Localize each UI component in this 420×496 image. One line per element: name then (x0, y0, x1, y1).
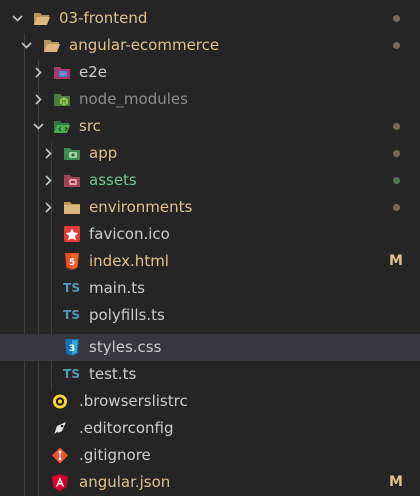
assets-folder-icon (64, 175, 80, 187)
node-folder-icon: JS (54, 94, 70, 106)
tree-item-label: src (79, 117, 101, 135)
tree-row-app[interactable]: app (0, 140, 420, 167)
tree-item-label: main.ts (89, 279, 145, 297)
folder-icon (64, 202, 80, 214)
tree-row-polyfills-ts[interactable]: TS polyfills.ts (0, 302, 420, 329)
tree-item-label: app (89, 144, 118, 162)
modified-dot (393, 150, 400, 157)
tree-row-index-html[interactable]: 5 index.html M (0, 248, 420, 275)
tree-item-label: favicon.ico (89, 225, 170, 243)
tree-row-node_modules[interactable]: JS node_modules (0, 86, 420, 113)
tree-item-label: polyfills.ts (89, 306, 165, 324)
folder-open-icon (44, 40, 60, 52)
app-folder-icon (64, 148, 80, 160)
tree-row-styles-css[interactable]: 3 styles.css (0, 334, 420, 361)
favicon-star-icon (64, 226, 80, 242)
tree-item-label: .editorconfig (79, 419, 174, 437)
src-folder-icon (54, 121, 70, 133)
svg-text:JS: JS (61, 100, 66, 106)
tree-item-label: 03-frontend (59, 9, 148, 27)
typescript-icon: TS (63, 308, 81, 322)
chevron-down-icon[interactable] (33, 121, 44, 132)
tree-row-test-ts[interactable]: TS test.ts (0, 361, 420, 388)
tree-item-label: angular.json (79, 473, 171, 491)
tree-item-label: angular-ecommerce (69, 36, 220, 54)
modified-badge: M (389, 253, 403, 269)
chevron-down-icon[interactable] (12, 13, 23, 24)
modified-dot (393, 204, 400, 211)
file-explorer: 03-frontend angular-ecommerce e2e JS nod… (0, 0, 420, 496)
editorconfig-icon (53, 422, 66, 436)
chevron-right-icon[interactable] (43, 148, 54, 159)
html5-icon: 5 (65, 253, 79, 270)
tree-row-editorconfig[interactable]: .editorconfig (0, 415, 420, 442)
modified-dot (393, 42, 400, 49)
chevron-down-icon[interactable] (21, 40, 32, 51)
chevron-right-icon[interactable] (43, 175, 54, 186)
browserslist-icon (53, 394, 67, 409)
tree-row-environments[interactable]: environments (0, 194, 420, 221)
svg-text:3: 3 (69, 344, 75, 354)
tree-row-gitignore[interactable]: .gitignore (0, 442, 420, 469)
tree-row-src[interactable]: src (0, 113, 420, 140)
tree-row-angular-ecommerce[interactable]: angular-ecommerce (0, 32, 420, 59)
tree-item-label: node_modules (79, 90, 188, 108)
tree-item-label: e2e (79, 63, 108, 81)
git-icon (52, 447, 68, 464)
tree-item-label: index.html (89, 252, 169, 270)
tree-row-angular-json[interactable]: angular.json M (0, 469, 420, 496)
chevron-right-icon[interactable] (33, 67, 44, 78)
css3-icon: 3 (65, 339, 79, 356)
chevron-right-icon[interactable] (43, 202, 54, 213)
tree-item-label: test.ts (89, 365, 137, 383)
modified-badge: M (389, 474, 403, 490)
svg-text:5: 5 (69, 258, 75, 268)
chevron-right-icon[interactable] (33, 94, 44, 105)
tree-item-label: styles.css (89, 338, 162, 356)
tree-item-label: .gitignore (79, 446, 151, 464)
angular-icon (52, 474, 68, 491)
tree-row-03-frontend[interactable]: 03-frontend (0, 5, 420, 32)
tree-row-e2e[interactable]: e2e (0, 59, 420, 86)
typescript-icon: TS (63, 367, 81, 381)
modified-dot (393, 123, 400, 130)
tree-row-main-ts[interactable]: TS main.ts (0, 275, 420, 302)
folder-open-icon (34, 13, 50, 25)
tree-item-label: assets (89, 171, 137, 189)
tree-item-label: .browserslistrc (79, 392, 188, 410)
untracked-dot (393, 177, 400, 184)
tree-row-browserslistrc[interactable]: .browserslistrc (0, 388, 420, 415)
modified-dot (393, 15, 400, 22)
typescript-icon: TS (63, 281, 81, 295)
tree-row-favicon-ico[interactable]: favicon.ico (0, 221, 420, 248)
tree-item-label: environments (89, 198, 193, 216)
e2e-folder-icon (54, 67, 70, 79)
tree-row-assets[interactable]: assets (0, 167, 420, 194)
